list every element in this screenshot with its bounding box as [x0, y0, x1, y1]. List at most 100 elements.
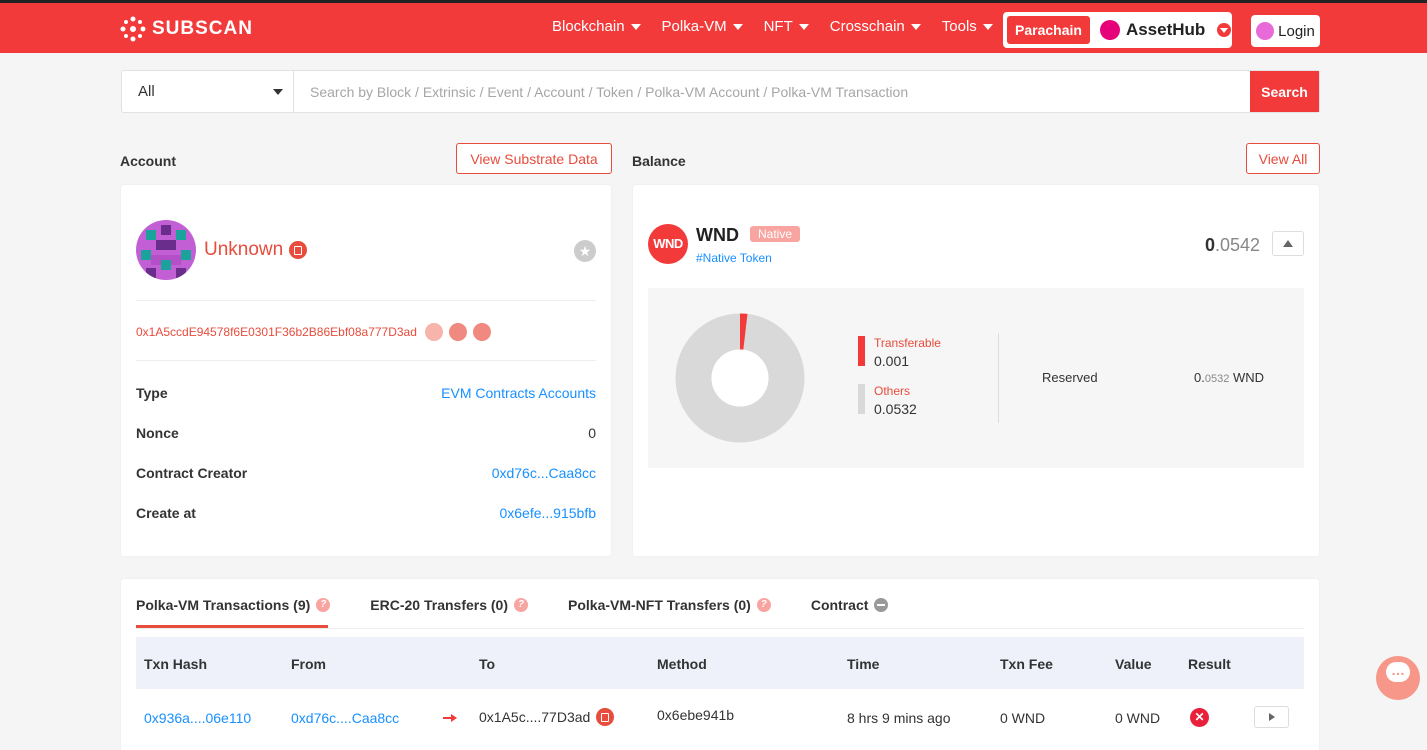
- transactions-card: Polka-VM Transactions (9)? ERC-20 Transf…: [121, 579, 1319, 750]
- tab-polka-vm-transactions[interactable]: Polka-VM Transactions (9)?: [136, 597, 331, 629]
- chevron-down-icon: [1217, 23, 1232, 37]
- col-txn-hash: Txn Hash: [144, 656, 208, 672]
- reserved-value: 0.0532 WND: [1194, 370, 1264, 385]
- main-nav: Blockchain Polka-VM NFT Crosschain Tools: [552, 18, 1014, 35]
- value-value: 0 WND: [1115, 710, 1161, 726]
- login-button[interactable]: Login: [1251, 15, 1320, 47]
- chevron-down-icon: [273, 89, 283, 95]
- native-token-link[interactable]: #Native Token: [696, 251, 772, 265]
- account-address: 0x1A5ccdE94578f6E0301F36b2B86Ebf08a777D3…: [136, 323, 491, 341]
- col-to: To: [479, 656, 496, 672]
- fee-value: 0 WND: [1000, 710, 1046, 726]
- chevron-down-icon: [732, 23, 743, 30]
- copy-icon[interactable]: [424, 323, 443, 341]
- chevron-down-icon: [982, 23, 993, 30]
- wnd-token-logo: WND: [648, 224, 688, 264]
- subscan-logo-icon: [120, 16, 146, 42]
- top-navbar: SUBSCAN Blockchain Polka-VM NFT Crosscha…: [0, 0, 1427, 53]
- nav-blockchain[interactable]: Blockchain: [552, 18, 641, 35]
- account-card: Unknown ★ 0x1A5ccdE94578f6E0301F36b2B86E…: [121, 185, 611, 556]
- tab-contract[interactable]: Contract: [811, 597, 889, 625]
- col-result: Result: [1188, 656, 1231, 672]
- native-badge: Native: [750, 226, 801, 242]
- transferable-color-bar: [858, 336, 865, 366]
- search-type-select[interactable]: All: [122, 71, 294, 112]
- search-input[interactable]: [294, 71, 1250, 112]
- chat-support-icon[interactable]: [1376, 656, 1420, 700]
- legend-others: Others 0.0532: [858, 384, 917, 417]
- help-icon: ?: [756, 598, 771, 612]
- nav-polka-vm[interactable]: Polka-VM: [662, 18, 743, 35]
- contract-creator-row: Contract Creator 0xd76c...Caa8cc: [136, 465, 596, 481]
- divider: [998, 333, 999, 423]
- account-identicon: [136, 220, 196, 280]
- nav-nft[interactable]: NFT: [764, 18, 809, 35]
- others-value: 0.0532: [874, 401, 917, 417]
- failed-result-icon: ✕: [1190, 708, 1209, 727]
- col-from: From: [291, 656, 326, 672]
- nav-crosschain[interactable]: Crosschain: [830, 18, 921, 35]
- chain-switcher[interactable]: Parachain AssetHub: [1003, 12, 1232, 48]
- type-row: Type EVM Contracts Accounts: [136, 385, 596, 401]
- others-color-bar: [858, 384, 865, 414]
- col-time: Time: [847, 656, 880, 672]
- chevron-down-icon: [910, 23, 921, 30]
- balance-donut-chart: [675, 313, 805, 443]
- view-substrate-data-button[interactable]: View Substrate Data: [456, 143, 612, 174]
- create-at-link[interactable]: 0x6efe...915bfb: [499, 505, 596, 521]
- subscan-logo[interactable]: SUBSCAN: [120, 16, 253, 42]
- txn-hash-link[interactable]: 0x936a....06e110: [144, 710, 251, 726]
- balance-amount: 0.0542: [1204, 235, 1260, 255]
- tab-polka-vm-nft-transfers[interactable]: Polka-VM-NFT Transfers (0)?: [568, 597, 771, 625]
- chevron-down-icon: [798, 23, 809, 30]
- help-icon: ?: [316, 598, 331, 612]
- tx-tabs: Polka-VM Transactions (9)? ERC-20 Transf…: [136, 597, 928, 629]
- method-value: 0x6ebe941b: [657, 707, 735, 723]
- qrcode-icon[interactable]: [448, 323, 467, 341]
- arrow-right-icon: [443, 714, 457, 722]
- contract-doc-icon: [289, 241, 308, 259]
- nonce-value: 0: [588, 425, 596, 441]
- col-method: Method: [657, 656, 707, 672]
- balance-card: WND WND Native #Native Token 0.0542 Tran…: [633, 185, 1319, 556]
- expand-row-button[interactable]: [1254, 706, 1289, 728]
- col-txn-fee: Txn Fee: [1000, 656, 1053, 672]
- balance-title: Balance: [632, 153, 686, 169]
- help-icon: ?: [514, 598, 528, 612]
- legend-transferable: Transferable 0.001: [858, 336, 941, 369]
- brand-name: SUBSCAN: [152, 18, 253, 39]
- search-bar: All Search: [121, 70, 1320, 113]
- token-symbol: WND: [696, 225, 739, 245]
- collapse-button[interactable]: [1272, 231, 1304, 256]
- view-all-button[interactable]: View All: [1246, 143, 1320, 174]
- from-address-link[interactable]: 0xd76c....Caa8cc: [291, 710, 399, 726]
- col-value: Value: [1115, 656, 1152, 672]
- nav-tools[interactable]: Tools: [942, 18, 993, 35]
- time-value: 8 hrs 9 mins ago: [847, 710, 951, 726]
- contract-creator-link[interactable]: 0xd76c...Caa8cc: [492, 465, 596, 481]
- account-title: Account: [120, 153, 176, 169]
- balance-detail: Transferable 0.001 Others 0.0532 Reserve…: [648, 288, 1304, 468]
- divider: [136, 300, 596, 301]
- create-at-row: Create at 0x6efe...915bfb: [136, 505, 596, 521]
- user-profile-icon[interactable]: [472, 323, 491, 341]
- polkadot-icon: [1099, 20, 1120, 40]
- tab-erc20-transfers[interactable]: ERC-20 Transfers (0)?: [370, 597, 528, 625]
- contract-doc-icon: [596, 708, 615, 726]
- account-name: Unknown: [204, 239, 308, 261]
- divider: [136, 628, 1304, 629]
- nonce-row: Nonce 0: [136, 425, 596, 441]
- account-type-link[interactable]: EVM Contracts Accounts: [441, 385, 596, 401]
- favorite-star-icon[interactable]: ★: [574, 240, 596, 262]
- donut-hole: [711, 349, 769, 407]
- chain-name: AssetHub: [1125, 20, 1206, 39]
- reserved-label: Reserved: [1042, 370, 1098, 385]
- search-button[interactable]: Search: [1250, 71, 1319, 112]
- user-icon: [1256, 22, 1275, 40]
- divider: [136, 360, 596, 361]
- chevron-down-icon: [630, 23, 641, 30]
- table-header: Txn Hash From To Method Time Txn Fee Val…: [136, 637, 1304, 689]
- transferable-value: 0.001: [874, 353, 910, 369]
- parachain-tag: Parachain: [1007, 16, 1090, 44]
- to-address: 0x1A5c....77D3ad: [479, 708, 615, 726]
